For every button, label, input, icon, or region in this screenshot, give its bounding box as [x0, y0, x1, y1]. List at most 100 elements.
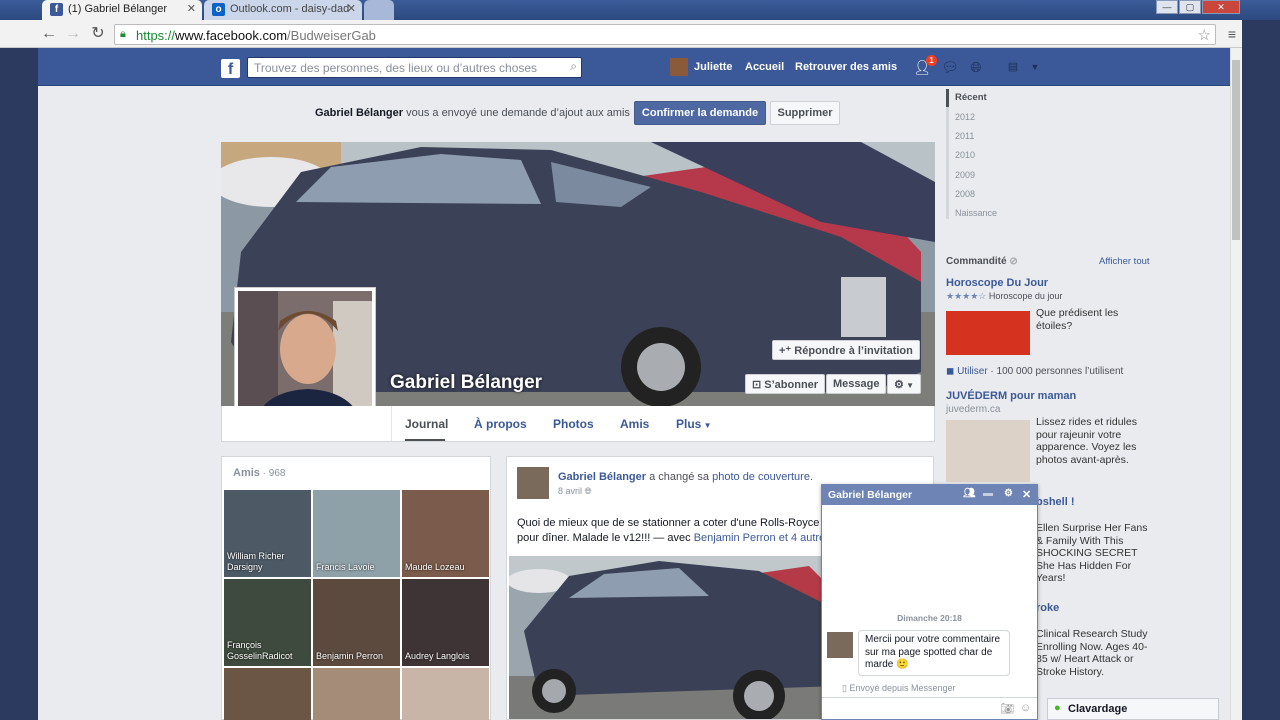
timeline-year[interactable]: 2009 — [955, 170, 975, 180]
respond-invitation-label: Répondre à l’invitation — [794, 345, 913, 357]
add-friend-to-chat-icon[interactable]: 👥︎ — [963, 488, 976, 499]
friend-tile[interactable]: Audrey Langlois — [402, 579, 489, 666]
ad-title[interactable]: roke — [1036, 602, 1059, 614]
tab-journal[interactable]: Journal — [405, 417, 448, 431]
close-icon[interactable]: ✕ — [1022, 488, 1031, 501]
ad-title[interactable]: JUVÉDERM pour maman — [946, 390, 1076, 402]
post-date[interactable]: 8 avril 🌐︎ — [558, 486, 592, 497]
friend-tile[interactable]: William Richer Darsigny — [224, 490, 311, 577]
minimize-icon[interactable]: — — [1156, 0, 1178, 14]
tagged-friend-link[interactable]: Benjamin Perron — [694, 532, 776, 544]
messages-icon[interactable]: 💬︎ — [941, 58, 959, 76]
friend-tile[interactable]: Maude Lozeau — [402, 490, 489, 577]
chat-window: Gabriel Bélanger 👥︎ ▬ ⚙︎ ✕ Dimanche 20:1… — [821, 484, 1038, 720]
camera-icon[interactable]: 📷︎ — [1000, 702, 1014, 715]
timeline-year[interactable]: 2010 — [955, 150, 975, 160]
close-tab-icon[interactable]: ✕ — [187, 2, 196, 15]
post-author-link[interactable]: Gabriel Bélanger — [558, 471, 646, 483]
facebook-logo-icon[interactable]: f — [221, 59, 240, 78]
ad-text: Que prédisent les étoiles? — [1036, 307, 1119, 332]
friend-tile[interactable]: François GosselinRadicot — [224, 579, 311, 666]
find-friends-link[interactable]: Retrouver des amis — [795, 61, 897, 73]
ad-image[interactable] — [946, 420, 1030, 482]
post-author-avatar[interactable] — [517, 467, 549, 499]
back-icon[interactable]: ← — [40, 25, 58, 43]
avatar[interactable] — [827, 632, 853, 658]
chat-sidebar-bar[interactable]: ● Clavardage — [1047, 698, 1219, 720]
video-call-icon[interactable]: ▬ — [983, 488, 993, 499]
browser-tab-facebook[interactable]: f (1) Gabriel Bélanger ✕ — [42, 0, 202, 20]
chat-bar-label: Clavardage — [1068, 703, 1128, 715]
tab-about[interactable]: À propos — [474, 417, 527, 431]
ad-title[interactable]: bshell ! — [1036, 496, 1075, 508]
facebook-favicon-icon: f — [50, 3, 63, 16]
friends-box: Amis · 968 William Richer Darsigny Franc… — [221, 456, 491, 720]
timeline-year[interactable]: 2011 — [955, 131, 974, 141]
settings-dropdown-button[interactable]: ⚙︎ ▼ — [887, 374, 921, 394]
tab-divider — [391, 406, 392, 441]
lock-icon: 🔒︎ — [120, 28, 126, 40]
tab-more-label: Plus — [676, 417, 702, 431]
search-icon[interactable]: ⌕ — [570, 59, 577, 74]
use-app-link[interactable]: Utiliser — [957, 366, 988, 377]
scrollbar-thumb[interactable] — [1232, 60, 1240, 240]
close-window-icon[interactable]: ✕ — [1202, 0, 1240, 14]
forward-icon[interactable]: → — [64, 25, 82, 43]
subscribe-button[interactable]: ⊡ S’abonner — [745, 374, 826, 394]
notifications-globe-icon[interactable]: 🌐︎ — [967, 58, 985, 76]
timeline-year[interactable]: 2008 — [955, 189, 975, 199]
privacy-shortcuts-icon[interactable]: ▤ — [1004, 58, 1022, 76]
chat-input[interactable]: 📷︎ ☺︎ — [822, 697, 1037, 719]
timeline-year[interactable]: Naissance — [955, 208, 997, 218]
new-tab-button[interactable] — [364, 0, 394, 20]
friend-name: François GosselinRadicot — [227, 640, 293, 661]
tab-photos[interactable]: Photos — [553, 417, 594, 431]
friend-tile[interactable] — [224, 668, 311, 720]
timeline-year-recent[interactable]: Récent — [955, 92, 987, 103]
emoji-icon[interactable]: ☺︎ — [1020, 702, 1031, 714]
gear-icon[interactable]: ⚙︎ — [1004, 488, 1013, 499]
tab-friends[interactable]: Amis — [620, 417, 649, 431]
address-bar[interactable]: 🔒︎ https://www.facebook.com/BudweiserGab… — [114, 24, 1216, 45]
friends-header[interactable]: Amis · 968 — [233, 467, 285, 479]
message-button[interactable]: Message — [826, 374, 887, 394]
home-link[interactable]: Accueil — [745, 61, 784, 73]
reload-icon[interactable]: ↻ — [89, 25, 107, 43]
cover-photo-link[interactable]: photo de couverture — [712, 471, 810, 483]
timeline-year[interactable]: 2012 — [955, 112, 975, 122]
friend-request-text: Gabriel Bélanger vous a envoyé une deman… — [315, 107, 630, 119]
close-tab-icon[interactable]: ✕ — [347, 2, 356, 15]
friend-tile[interactable]: Francis Lavoie — [313, 490, 400, 577]
active-tab-indicator — [405, 439, 445, 441]
ad-title[interactable]: Horoscope Du Jour — [946, 277, 1048, 289]
globe-icon: 🌐︎ — [584, 486, 592, 496]
menu-icon[interactable]: ≡ — [1223, 25, 1241, 43]
online-status-icon: ● — [1054, 702, 1061, 714]
tab-title: Outlook.com - daisy-dad — [230, 3, 350, 15]
sponsored-icon: ⊘ — [1009, 256, 1018, 267]
confirm-request-button[interactable]: Confirmer la demande — [634, 101, 766, 125]
outlook-favicon-icon: o — [212, 3, 225, 16]
profile-link[interactable]: Juliette — [694, 61, 733, 73]
respond-invitation-button[interactable]: +⁺ Répondre à l’invitation — [772, 340, 920, 360]
facebook-header: f Trouvez des personnes, des lieux ou d’… — [38, 48, 1230, 86]
browser-tab-outlook[interactable]: o Outlook.com - daisy-dad ✕ — [204, 0, 362, 20]
friend-tile[interactable]: Benjamin Perron — [313, 579, 400, 666]
tagged-others-link[interactable]: et 4 autre — [776, 532, 826, 544]
maximize-icon[interactable]: ▢ — [1179, 0, 1201, 14]
see-all-ads-link[interactable]: Afficher tout — [1099, 256, 1150, 267]
gear-icon: ⚙︎ — [894, 379, 904, 391]
friend-tile[interactable] — [402, 668, 489, 720]
tab-more[interactable]: Plus ▼ — [676, 417, 711, 431]
search-input[interactable]: Trouvez des personnes, des lieux ou d’au… — [247, 57, 582, 78]
bookmark-star-icon[interactable]: ☆ — [1198, 26, 1211, 44]
delete-request-button[interactable]: Supprimer — [770, 101, 840, 125]
rss-icon: ⊡ — [752, 379, 765, 391]
chat-header[interactable]: Gabriel Bélanger 👥︎ ▬ ⚙︎ ✕ — [822, 485, 1037, 505]
account-menu-chevron-icon[interactable]: ▼ — [1026, 58, 1044, 76]
friend-tile[interactable] — [313, 668, 400, 720]
avatar[interactable] — [670, 58, 688, 76]
post-header: Gabriel Bélanger a changé sa photo de co… — [558, 471, 813, 483]
ad-image[interactable] — [946, 311, 1030, 355]
chat-timestamp: Dimanche 20:18 — [897, 613, 962, 623]
